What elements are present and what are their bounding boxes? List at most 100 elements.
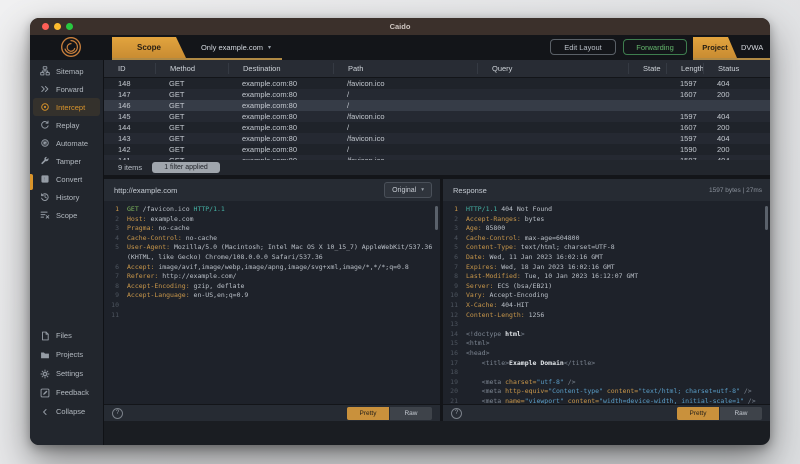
code-line: 5User-Agent: Mozilla/5.0 (Macintosh; Int… [104,243,440,262]
line-content: Cache-Control: max-age=604800 [466,234,770,244]
column-header-length[interactable]: Length [666,63,703,74]
code-line: 9Server: ECS (bsa/EB21) [443,282,770,292]
line-number: 4 [443,234,458,244]
tab-scope-label: Scope [137,43,161,52]
sidebar-item-intercept[interactable]: Intercept [33,98,100,116]
sidebar-item-forward[interactable]: Forward [30,80,103,98]
table-row[interactable]: 147GETexample.com:80/1607200 [104,89,770,100]
cell-destination: example.com:80 [228,90,333,99]
code-line: 16<head> [443,349,770,359]
code-line: 8Last-Modified: Tue, 10 Jan 2023 16:12:0… [443,272,770,282]
response-meta: 1597 bytes | 27ms [709,187,762,194]
edit-layout-button[interactable]: Edit Layout [550,39,616,55]
table-row[interactable]: 146GETexample.com:80/ [104,100,770,111]
sidebar-item-files[interactable]: Files [30,326,103,345]
request-pretty-button[interactable]: Pretty [347,407,389,420]
request-raw-button[interactable]: Raw [390,407,432,420]
column-header-id[interactable]: ID [104,63,155,74]
line-number: 1 [443,205,458,215]
line-content: Accept: image/avif,image/webp,image/apng… [127,263,440,273]
cell-method: GET [155,101,228,110]
line-number: 8 [104,282,119,292]
sidebar-item-scope[interactable]: Scope [30,206,103,224]
column-header-destination[interactable]: Destination [228,63,333,74]
version-selector-value: Original [392,187,416,194]
help-icon[interactable]: ? [112,408,123,419]
column-header-path[interactable]: Path [333,63,477,74]
cell-status: 200 [703,123,770,132]
sidebar-item-tamper[interactable]: Tamper [30,152,103,170]
version-selector-dropdown[interactable]: Original ▾ [384,182,432,198]
tab-project[interactable]: Project [693,37,737,58]
sidebar-item-feedback[interactable]: Feedback [30,383,103,402]
column-header-state[interactable]: State [628,63,666,74]
svg-text:E: E [43,177,47,183]
column-header-query[interactable]: Query [477,63,628,74]
request-editor[interactable]: 1GET /favicon.ico HTTP/1.12Host: example… [104,201,440,404]
sidebar-item-history[interactable]: History [30,188,103,206]
response-pretty-button[interactable]: Pretty [677,407,719,420]
scope-selector[interactable]: Only example.com ▾ [190,37,282,58]
line-content [466,368,770,378]
sidebar-item-label: Replay [56,121,79,130]
table-row[interactable]: 144GETexample.com:80/1607200 [104,122,770,133]
line-content: Content-Type: text/html; charset=UTF-8 [466,243,770,253]
sidebar-item-sitemap[interactable]: Sitemap [30,62,103,80]
line-number: 10 [443,291,458,301]
sidebar-item-projects[interactable]: Projects [30,345,103,364]
response-scrollbar-thumb[interactable] [765,206,768,230]
response-raw-button[interactable]: Raw [720,407,762,420]
line-content: Cache-Control: no-cache [127,234,440,244]
table-row[interactable]: 145GETexample.com:80/favicon.ico1597404 [104,111,770,122]
sidebar-item-replay[interactable]: Replay [30,116,103,134]
sidebar-item-collapse[interactable]: Collapse [30,402,103,421]
cell-path: /favicon.ico [333,79,477,88]
request-scrollbar-thumb[interactable] [435,206,438,230]
help-icon[interactable]: ? [451,408,462,419]
sidebar-item-label: Settings [56,369,83,378]
table-row[interactable]: 143GETexample.com:80/favicon.ico1597404 [104,133,770,144]
sidebar-item-label: Collapse [56,407,85,416]
sidebar-nav-bottom: Files Projects Settings Feedback Collapse [30,326,103,421]
sidebar-item-settings[interactable]: Settings [30,364,103,383]
column-header-method[interactable]: Method [155,63,228,74]
table-row[interactable]: 142GETexample.com:80/1590200 [104,144,770,155]
forwarding-button[interactable]: Forwarding [623,39,687,55]
response-viewer[interactable]: 1HTTP/1.1 404 Not Found2Accept-Ranges: b… [443,201,770,404]
code-line: 8Accept-Encoding: gzip, deflate [104,282,440,292]
code-line: 21 <meta name="viewport" content="width=… [443,397,770,404]
code-line: 7Referer: http://example.com/ [104,272,440,282]
table-row[interactable]: 148GETexample.com:80/favicon.ico1597404 [104,78,770,89]
tab-scope[interactable]: Scope [112,37,186,58]
code-line: 6Accept: image/avif,image/webp,image/apn… [104,263,440,273]
line-number: 9 [443,282,458,292]
cell-status: 404 [703,134,770,143]
line-number: 2 [104,215,119,225]
code-line: 4 Cache-Control: max-age=604800 [443,234,770,244]
sidebar-item-label: Convert [56,175,82,184]
panel-divider[interactable] [440,179,443,421]
line-number: 17 [443,359,458,369]
sidebar-item-label: Projects [56,350,83,359]
cell-path: / [333,145,477,154]
filter-applied-badge[interactable]: 1 filter applied [152,162,220,173]
sidebar-item-convert[interactable]: E Convert [30,170,103,188]
response-panel-header: Response 1597 bytes | 27ms [443,179,770,201]
cell-path: / [333,101,477,110]
line-content: Date: Wed, 11 Jan 2023 16:02:16 GMT [466,253,770,263]
line-content: Content-Length: 1256 [466,311,770,321]
cell-method: GET [155,134,228,143]
project-name[interactable]: DVWA [741,37,763,58]
line-content: Last-Modified: Tue, 10 Jan 2023 16:12:07… [466,272,770,282]
sidebar-item-automate[interactable]: Automate [30,134,103,152]
cell-path: /favicon.ico [333,112,477,121]
column-header-status[interactable]: Status [703,63,770,74]
code-line: 10Vary: Accept-Encoding [443,291,770,301]
titlebar: Caido [30,18,770,35]
line-number: 2 [443,215,458,225]
scope-icon [39,210,50,221]
cell-method: GET [155,90,228,99]
app-header: Scope Only example.com ▾ Edit Layout For… [30,35,770,60]
tamper-icon [39,156,50,167]
cell-length: 1607 [666,123,703,132]
